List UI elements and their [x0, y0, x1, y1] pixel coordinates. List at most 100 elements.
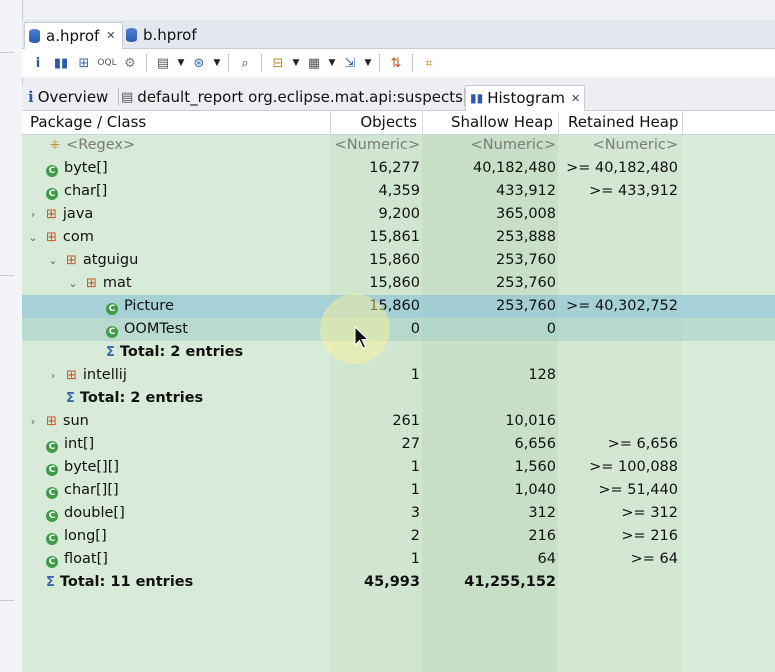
table-row[interactable]: ⌄ ⊞ com 15,861 253,888 — [22, 226, 775, 249]
chevron-down-icon[interactable]: ▼ — [327, 53, 337, 73]
row-label: byte[][] — [64, 459, 120, 475]
row-label: char[][] — [64, 482, 119, 498]
shallow-heap-cell: 365,008 — [496, 206, 556, 222]
report-icon[interactable]: ▤ — [153, 53, 173, 73]
table-row[interactable]: Cfloat[] 1 64 >= 64 — [22, 548, 775, 571]
table-row[interactable]: › ⊞ sun 261 10,016 — [22, 410, 775, 433]
table-row[interactable]: Cchar[] 4,359 433,912 >= 433,912 — [22, 180, 775, 203]
retained-filter[interactable]: <Numeric> — [558, 134, 678, 157]
objects-cell: 45,993 — [364, 574, 420, 590]
objects-cell: 1 — [410, 367, 420, 383]
toolbar-separator — [412, 54, 413, 72]
chevron-down-icon[interactable]: ▼ — [363, 53, 373, 73]
column-header-retained-heap[interactable]: Retained Heap — [568, 111, 678, 134]
class-name-cell: C OOMTest — [86, 318, 188, 341]
shallow-heap-cell: 433,912 — [496, 183, 556, 199]
calculator-icon[interactable]: ▦ — [304, 53, 324, 73]
table-row[interactable]: Cbyte[] 16,277 40,182,480 >= 40,182,480 — [22, 157, 775, 180]
info-icon[interactable]: i — [28, 53, 48, 73]
shallow-heap-cell: 253,888 — [496, 229, 556, 245]
chevron-down-icon[interactable]: ▼ — [212, 53, 222, 73]
shallow-heap-cell: 40,182,480 — [472, 160, 556, 176]
expand-toggle-icon[interactable]: › — [26, 410, 40, 433]
package-icon: ⊞ — [46, 414, 57, 429]
row-label: Total: 2 entries — [119, 344, 244, 360]
retained-heap-cell — [558, 249, 678, 272]
table-row[interactable]: ⌄ ⊞ atguigu 15,860 253,760 — [22, 249, 775, 272]
regex-filter[interactable]: ⁜ <Regex> — [50, 134, 135, 157]
tab-label: Histogram — [487, 89, 566, 107]
close-icon[interactable]: ✕ — [571, 86, 580, 111]
table-row[interactable]: C OOMTest 0 0 — [22, 318, 775, 341]
total-row[interactable]: Σ Total: 2 entries — [22, 341, 775, 364]
compare-icon[interactable]: ⇅ — [386, 53, 406, 73]
tab-b-hprof[interactable]: b.hprof — [122, 22, 203, 48]
retained-heap-cell: >= 51,440 — [598, 482, 678, 498]
table-row[interactable]: Cchar[][] 1 1,040 >= 51,440 — [22, 479, 775, 502]
class-icon: C — [46, 165, 58, 177]
class-name-cell: ⌄ ⊞ mat — [66, 272, 131, 295]
table-row[interactable]: Cdouble[] 3 312 >= 312 — [22, 502, 775, 525]
table-row[interactable]: ⌄ ⊞ mat 15,860 253,760 — [22, 272, 775, 295]
query-browser-icon[interactable]: ⊛ — [189, 53, 209, 73]
expand-toggle-icon[interactable]: ⌄ — [66, 272, 80, 295]
table-row[interactable]: › ⊞ intellij 1 128 — [22, 364, 775, 387]
row-label: java — [62, 206, 94, 222]
class-name-cell: C Picture — [86, 295, 174, 318]
table-row[interactable]: C Picture 15,860 253,760 >= 40,302,752 — [22, 295, 775, 318]
oql-icon[interactable]: OQL — [97, 53, 117, 73]
expand-toggle-icon[interactable]: ⌄ — [26, 226, 40, 249]
search-icon[interactable]: ⌕ — [235, 53, 255, 73]
toolbar-separator — [379, 54, 380, 72]
objects-cell: 261 — [392, 413, 420, 429]
tab-default-report[interactable]: ▤ default_report org.eclipse.mat.api:sus… — [121, 85, 463, 110]
class-name-cell: › ⊞ java — [26, 203, 94, 226]
objects-cell: 16,277 — [369, 160, 420, 176]
histogram-icon[interactable]: ▮▮ — [51, 53, 71, 73]
left-panel-strip — [0, 0, 23, 672]
retained-heap-cell: >= 40,182,480 — [566, 160, 678, 176]
objects-cell: 9,200 — [378, 206, 420, 222]
table-row[interactable]: Cbyte[][] 1 1,560 >= 100,088 — [22, 456, 775, 479]
export-icon[interactable]: ⇲ — [340, 53, 360, 73]
chevron-down-icon[interactable]: ▼ — [291, 53, 301, 73]
tab-a-hprof[interactable]: a.hprof ✕ — [24, 22, 123, 49]
class-icon: C — [46, 533, 58, 545]
objects-filter[interactable]: <Numeric> — [330, 134, 420, 157]
expand-toggle-icon[interactable]: ⌄ — [46, 249, 60, 272]
report-icon: ▤ — [121, 90, 134, 105]
tab-overview[interactable]: i Overview — [28, 85, 108, 110]
toolbar: i ▮▮ ⊞ OQL ⚙ ▤ ▼ ⊛ ▼ ⌕ ⊟ ▼ ▦ ▼ ⇲ ▼ ⇅ ⌗ — [22, 49, 775, 77]
class-name-cell: Cfloat[] — [26, 548, 108, 571]
database-icon — [126, 27, 138, 43]
dominator-tree-icon[interactable]: ⊞ — [74, 53, 94, 73]
expand-toggle-icon[interactable]: › — [26, 203, 40, 226]
chevron-down-icon[interactable]: ▼ — [176, 53, 186, 73]
shallow-filter[interactable]: <Numeric> — [422, 134, 556, 157]
row-label: float[] — [64, 551, 108, 567]
table-row[interactable]: Clong[] 2 216 >= 216 — [22, 525, 775, 548]
shallow-heap-cell: 10,016 — [505, 413, 556, 429]
column-header-class[interactable]: Package / Class — [30, 111, 146, 134]
shallow-heap-cell: 312 — [528, 505, 556, 521]
snapshot-icon[interactable]: ⌗ — [419, 53, 439, 73]
group-by-icon[interactable]: ⊟ — [268, 53, 288, 73]
expand-toggle-icon[interactable]: › — [46, 364, 60, 387]
filter-row: ⁜ <Regex> <Numeric> <Numeric> <Numeric> — [22, 134, 775, 157]
table-row[interactable]: Cint[] 27 6,656 >= 6,656 — [22, 433, 775, 456]
objects-cell: 15,860 — [369, 252, 420, 268]
objects-cell: 1 — [410, 551, 420, 567]
table-row[interactable]: › ⊞ java 9,200 365,008 — [22, 203, 775, 226]
total-row[interactable]: Σ Total: 11 entries 45,993 41,255,152 — [22, 571, 775, 594]
sum-icon: Σ — [46, 575, 55, 590]
objects-cell: 15,861 — [369, 229, 420, 245]
gear-icon[interactable]: ⚙ — [120, 53, 140, 73]
shallow-heap-cell — [422, 387, 556, 410]
regex-icon: ⁜ — [50, 138, 61, 152]
retained-heap-cell: >= 100,088 — [589, 459, 678, 475]
column-header-shallow-heap[interactable]: Shallow Heap — [422, 111, 553, 134]
column-header-objects[interactable]: Objects — [330, 111, 417, 134]
close-icon[interactable]: ✕ — [106, 23, 115, 49]
total-row[interactable]: Σ Total: 2 entries — [22, 387, 775, 410]
tab-histogram[interactable]: ▮▮ Histogram ✕ — [465, 85, 586, 111]
